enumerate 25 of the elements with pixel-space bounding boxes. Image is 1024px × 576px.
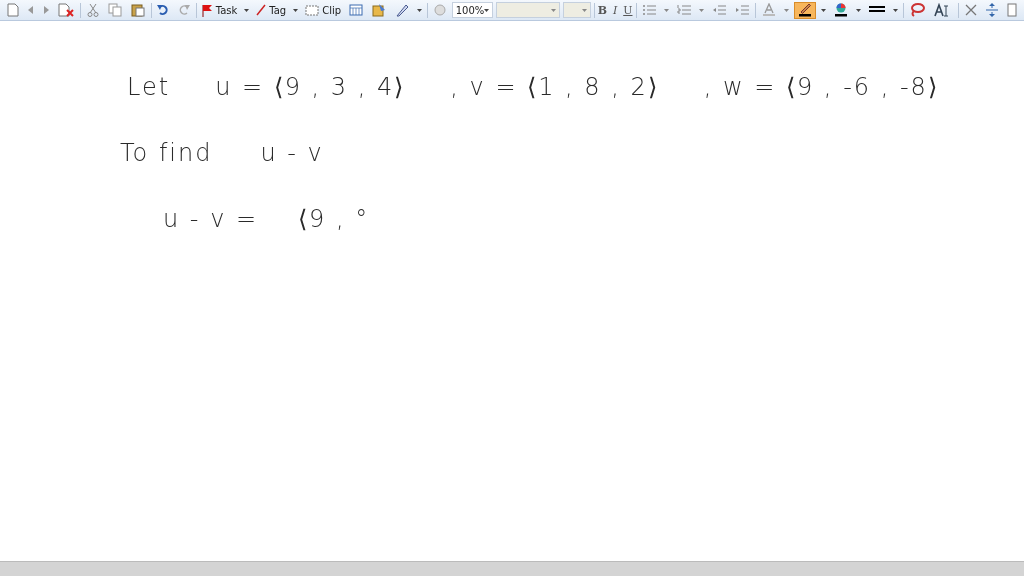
handwritten-text: u - v = <box>163 205 259 233</box>
zoom-dropdown[interactable]: 100% <box>451 2 494 18</box>
handwritten-text: u - v <box>260 139 324 167</box>
handwritten-text: To find <box>120 139 213 167</box>
handwritten-text: , w = ⟨9 , -6 , -8⟩ <box>703 73 939 101</box>
dropdown-arrow-icon <box>551 8 557 12</box>
pen-stroke-icon <box>256 4 267 16</box>
handwritten-text: , v = ⟨1 , 8 , 2⟩ <box>450 73 659 101</box>
screen-clip-icon <box>305 4 320 16</box>
handwritten-text: ⟨9 , ° <box>298 205 370 233</box>
delete-page-icon[interactable] <box>55 1 77 19</box>
dropdown-arrow-icon <box>484 8 490 12</box>
handwritten-text: u = ⟨9 , 3 , 4⟩ <box>215 73 406 101</box>
new-page-icon[interactable] <box>4 1 22 19</box>
dropdown-arrow-icon <box>582 8 588 12</box>
underline-button[interactable]: U <box>623 1 633 19</box>
tag-button[interactable]: Tag <box>254 1 289 19</box>
pen-color-button[interactable] <box>793 1 816 19</box>
flag-icon <box>201 3 213 17</box>
horizontal-scrollbar[interactable] <box>0 561 1024 576</box>
task-button[interactable]: Task <box>199 1 240 19</box>
bold-button[interactable]: B <box>597 1 608 19</box>
handwritten-text: Let <box>127 73 171 101</box>
italic-button[interactable]: I <box>610 1 620 19</box>
clip-button[interactable]: Clip <box>303 1 344 19</box>
